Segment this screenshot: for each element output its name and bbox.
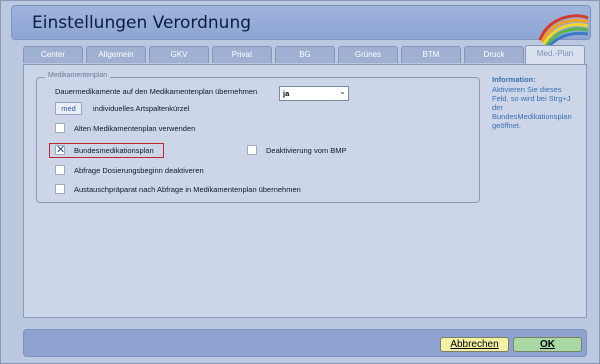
austauschpraeparat-checkbox[interactable] [55, 184, 65, 194]
info-text: Aktivieren Sie dieses Feld, so wird bei … [492, 85, 572, 130]
tab-privat[interactable]: Privat [212, 46, 272, 63]
tab-btm[interactable]: BTM [401, 46, 461, 63]
artspalten-kuerzel-label: individuelles Artspaltenkürzel [93, 104, 190, 113]
tab-gruenes[interactable]: Grünes [338, 46, 398, 63]
cancel-button-label: Abbrechen [450, 339, 499, 350]
chevron-down-icon: ⌄ [339, 87, 346, 96]
tab-bg[interactable]: BG [275, 46, 335, 63]
alten-plan-checkbox[interactable] [55, 123, 65, 133]
austauschpraeparat-label: Austauschpräparat nach Abfrage in Medika… [74, 185, 301, 194]
medikamentenplan-group: Medikamentenplan Dauermedikamente auf de… [36, 72, 480, 203]
dauermed-select-value: ja [283, 89, 290, 98]
dauermed-select[interactable]: ja ⌄ [279, 86, 349, 101]
alten-plan-label: Alten Medikamentenplan verwenden [74, 124, 196, 133]
group-legend: Medikamentenplan [45, 72, 111, 79]
ok-button-label: OK [540, 339, 555, 350]
deaktivierung-bmp-checkbox[interactable] [247, 145, 257, 155]
abfrage-dosierung-checkbox[interactable] [55, 165, 65, 175]
bmp-label: Bundesmedikationsplan [74, 146, 154, 155]
cancel-button[interactable]: Abbrechen [440, 337, 509, 352]
content-panel: Medikamentenplan Dauermedikamente auf de… [23, 64, 587, 318]
ok-button[interactable]: OK [513, 337, 582, 352]
title-bar: Einstellungen Verordnung [11, 5, 591, 48]
deaktivierung-bmp-label: Deaktivierung vom BMP [266, 146, 347, 155]
tab-druck[interactable]: Druck [464, 46, 524, 63]
rainbow-swoosh-logo-icon [538, 14, 589, 48]
check-x-icon: ✕ [56, 144, 66, 156]
info-title: Information: [492, 75, 536, 84]
settings-window: Einstellungen Verordnung Center Allgemei… [0, 0, 600, 364]
tab-gkv[interactable]: GKV [149, 46, 209, 63]
dauermed-label: Dauermedikamente auf den Medikamentenpla… [55, 87, 258, 96]
tab-med-plan[interactable]: Med.-Plan [525, 45, 585, 64]
tab-center[interactable]: Center [23, 46, 83, 63]
window-title: Einstellungen Verordnung [32, 13, 252, 33]
artspalten-kuerzel-input[interactable]: med [55, 102, 82, 115]
abfrage-dosierung-label: Abfrage Dosierungsbeginn deaktiveren [74, 166, 204, 175]
button-bar: Abbrechen OK [23, 329, 587, 357]
tab-allgemein[interactable]: Allgemein [86, 46, 146, 63]
bmp-checkbox[interactable]: ✕ [55, 144, 66, 156]
